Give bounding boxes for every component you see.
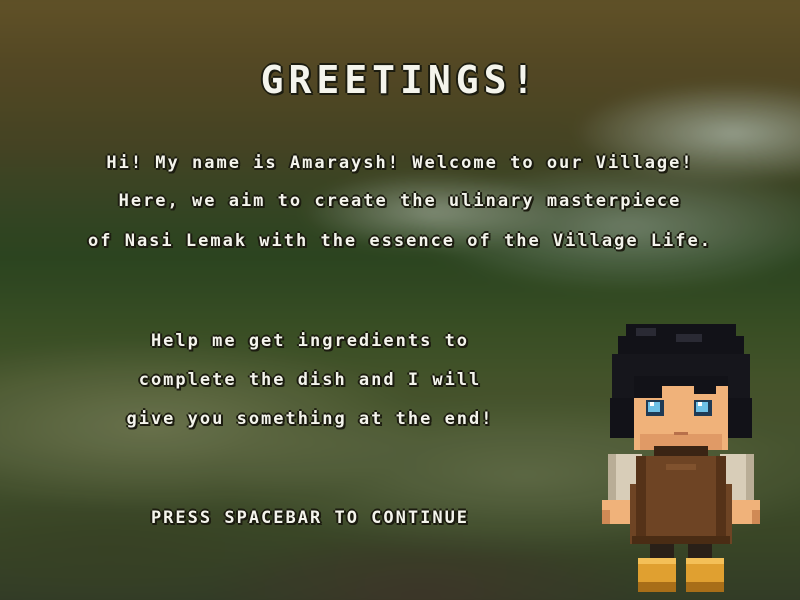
intro-line-1: Hi! My name is Amaraysh! Welcome to our … bbox=[106, 153, 694, 173]
help-line-3: give you something at the end! bbox=[126, 409, 494, 429]
game-screen[interactable]: GREETINGS! Hi! My name is Amaraysh! Welc… bbox=[0, 0, 800, 600]
dialog-title: GREETINGS! bbox=[260, 58, 540, 102]
continue-prompt[interactable]: PRESS SPACEBAR TO CONTINUE bbox=[0, 508, 620, 528]
help-line-1: Help me get ingredients to bbox=[150, 331, 470, 351]
intro-line-3: of Nasi Lemak with the essence of the Vi… bbox=[88, 231, 712, 251]
intro-line-2: Here, we aim to create the ulinary maste… bbox=[118, 191, 682, 211]
character-tunic bbox=[630, 456, 732, 544]
character-face bbox=[634, 376, 728, 450]
character-boots bbox=[638, 558, 724, 592]
villager-character-sprite bbox=[602, 324, 760, 592]
help-line-2: complete the dish and I will bbox=[138, 370, 482, 390]
